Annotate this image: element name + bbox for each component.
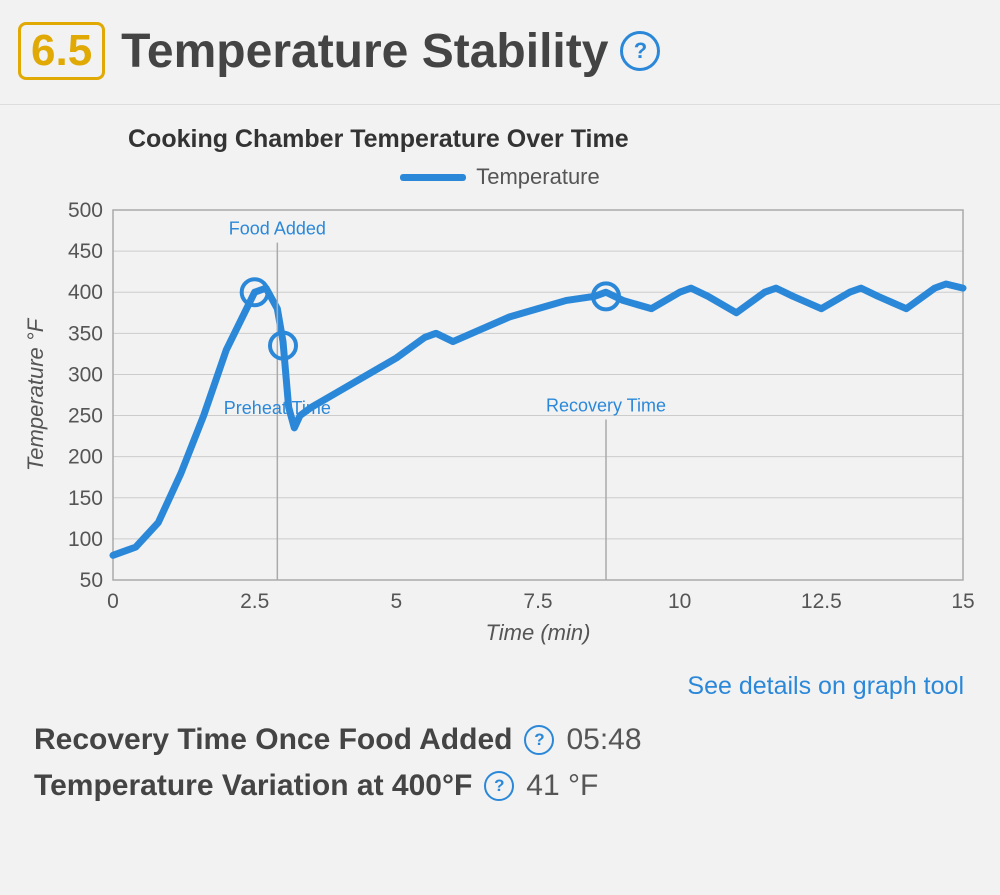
stats: Recovery Time Once Food Added ? 05:48 Te… — [34, 723, 982, 803]
page-title-text: Temperature Stability — [121, 24, 608, 79]
svg-text:Food Added: Food Added — [229, 219, 326, 239]
help-icon[interactable]: ? — [484, 771, 514, 801]
help-icon[interactable]: ? — [620, 31, 660, 71]
svg-text:5: 5 — [390, 590, 402, 613]
svg-text:500: 500 — [68, 200, 103, 222]
svg-text:Time (min): Time (min) — [486, 620, 591, 645]
svg-text:0: 0 — [107, 590, 119, 613]
svg-text:200: 200 — [68, 446, 103, 469]
svg-text:12.5: 12.5 — [801, 590, 842, 613]
svg-text:50: 50 — [80, 569, 103, 592]
svg-text:400: 400 — [68, 281, 103, 304]
stat-recovery-value: 05:48 — [566, 723, 641, 757]
svg-text:250: 250 — [68, 405, 103, 428]
svg-text:100: 100 — [68, 528, 103, 551]
svg-text:Temperature °F: Temperature °F — [23, 317, 48, 471]
stat-variation: Temperature Variation at 400°F ? 41 °F — [34, 769, 982, 803]
legend-label: Temperature — [476, 164, 600, 190]
stat-variation-label: Temperature Variation at 400°F — [34, 769, 472, 803]
svg-text:7.5: 7.5 — [523, 590, 552, 613]
chart-svg: 50 100 150 200 250 300 350 400 450 500 0 2.5 5 7.5 10 1… — [18, 200, 978, 650]
help-icon[interactable]: ? — [524, 725, 554, 755]
chart: Cooking Chamber Temperature Over Time Te… — [18, 125, 982, 650]
svg-text:150: 150 — [68, 487, 103, 510]
stat-recovery-label: Recovery Time Once Food Added — [34, 723, 512, 757]
stat-variation-value: 41 °F — [526, 769, 598, 803]
svg-text:10: 10 — [668, 590, 691, 613]
svg-text:2.5: 2.5 — [240, 590, 269, 613]
score-badge: 6.5 — [18, 22, 105, 80]
graph-tool-link[interactable]: See details on graph tool — [687, 672, 964, 700]
svg-text:15: 15 — [951, 590, 974, 613]
chart-title: Cooking Chamber Temperature Over Time — [128, 125, 982, 154]
svg-text:350: 350 — [68, 322, 103, 345]
svg-text:300: 300 — [68, 363, 103, 386]
chart-legend: Temperature — [18, 164, 982, 190]
divider — [0, 104, 1000, 105]
stat-recovery: Recovery Time Once Food Added ? 05:48 — [34, 723, 982, 757]
svg-text:Recovery Time: Recovery Time — [546, 395, 666, 415]
svg-text:Preheat Time: Preheat Time — [224, 398, 331, 418]
page-title: Temperature Stability ? — [121, 24, 660, 79]
legend-swatch — [400, 174, 466, 181]
svg-text:450: 450 — [68, 240, 103, 263]
